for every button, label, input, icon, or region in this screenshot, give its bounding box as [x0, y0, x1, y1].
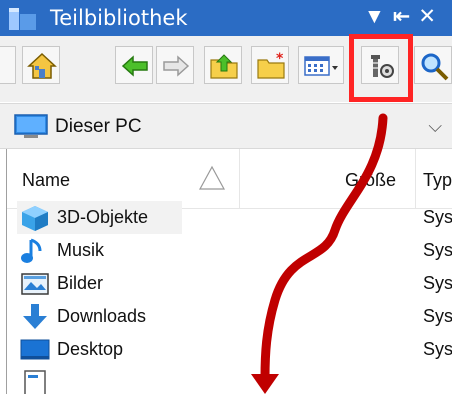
annotation-arrow: [251, 113, 388, 394]
